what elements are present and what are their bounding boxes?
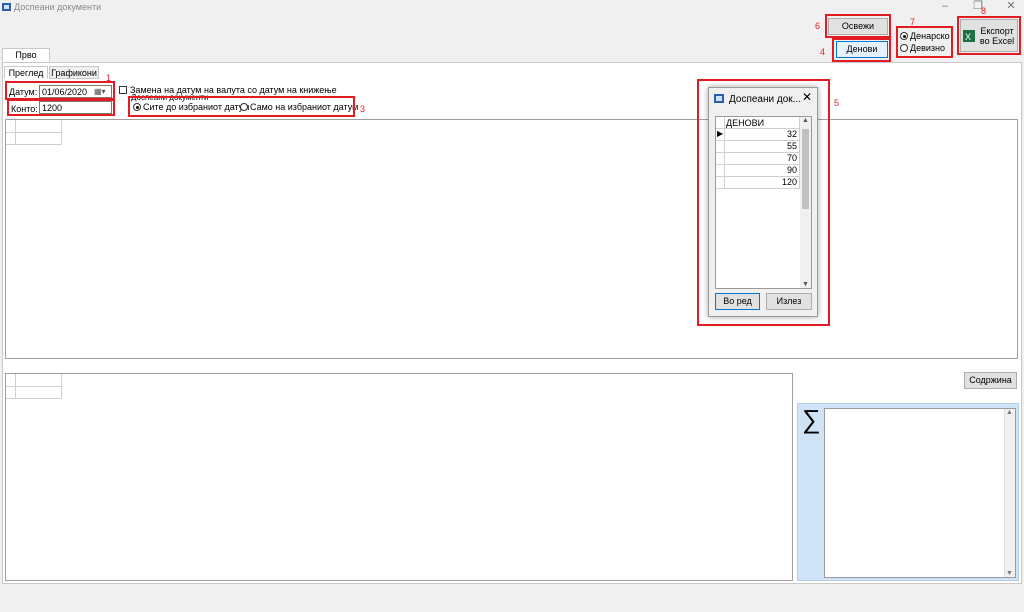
scroll-down-icon[interactable]: ▼ [1006, 570, 1013, 577]
tab-charts[interactable]: Графикони [49, 66, 99, 79]
content-button-label: Содржина [969, 375, 1012, 385]
grid-row-header [6, 133, 16, 145]
window-title: Доспеани документи [14, 2, 102, 12]
detail-header-corner [6, 374, 16, 387]
marker-7: 7 [910, 17, 916, 27]
sum-icon: ∑ [802, 404, 821, 434]
detail-header-cell [16, 374, 62, 387]
grid-cell [16, 133, 62, 145]
marker-5: 5 [834, 98, 840, 108]
minimize-icon[interactable]: – [934, 0, 956, 14]
highlight-box-4 [832, 38, 891, 62]
marker-1: 1 [106, 73, 112, 83]
scroll-up-icon[interactable]: ▲ [1006, 409, 1013, 416]
detail-row-header [6, 387, 16, 399]
highlight-box-7 [896, 26, 953, 58]
marker-3: 3 [360, 104, 366, 114]
highlight-box-3 [128, 96, 355, 117]
app-icon [2, 3, 11, 11]
marker-8: 8 [981, 6, 987, 16]
highlight-box-8 [957, 16, 1021, 55]
main-grid[interactable] [5, 119, 1018, 359]
highlight-box-6 [825, 14, 891, 38]
highlight-box-1 [5, 81, 115, 100]
replace-date-checkbox[interactable] [119, 86, 127, 94]
tab-overview-label: Преглед [8, 68, 44, 78]
summary-panel: ∑ ▲ ▼ [797, 403, 1019, 581]
tab-first-konto[interactable]: Прво Конто [2, 48, 50, 73]
marker-6: 6 [815, 21, 821, 31]
close-icon[interactable]: ✕ [1000, 0, 1022, 14]
highlight-box-2 [7, 99, 115, 116]
grid-header-corner [6, 120, 16, 133]
tab-overview[interactable]: Преглед [4, 66, 48, 79]
detail-grid[interactable] [5, 373, 793, 581]
tab-charts-label: Графикони [51, 68, 97, 78]
detail-cell [16, 387, 62, 399]
summary-scrollbar[interactable]: ▲ ▼ [1004, 409, 1015, 577]
summary-textbox[interactable]: ▲ ▼ [824, 408, 1016, 578]
grid-header-cell [16, 120, 62, 133]
highlight-box-5 [697, 79, 830, 326]
marker-4: 4 [820, 47, 826, 57]
content-button[interactable]: Содржина [964, 372, 1017, 389]
